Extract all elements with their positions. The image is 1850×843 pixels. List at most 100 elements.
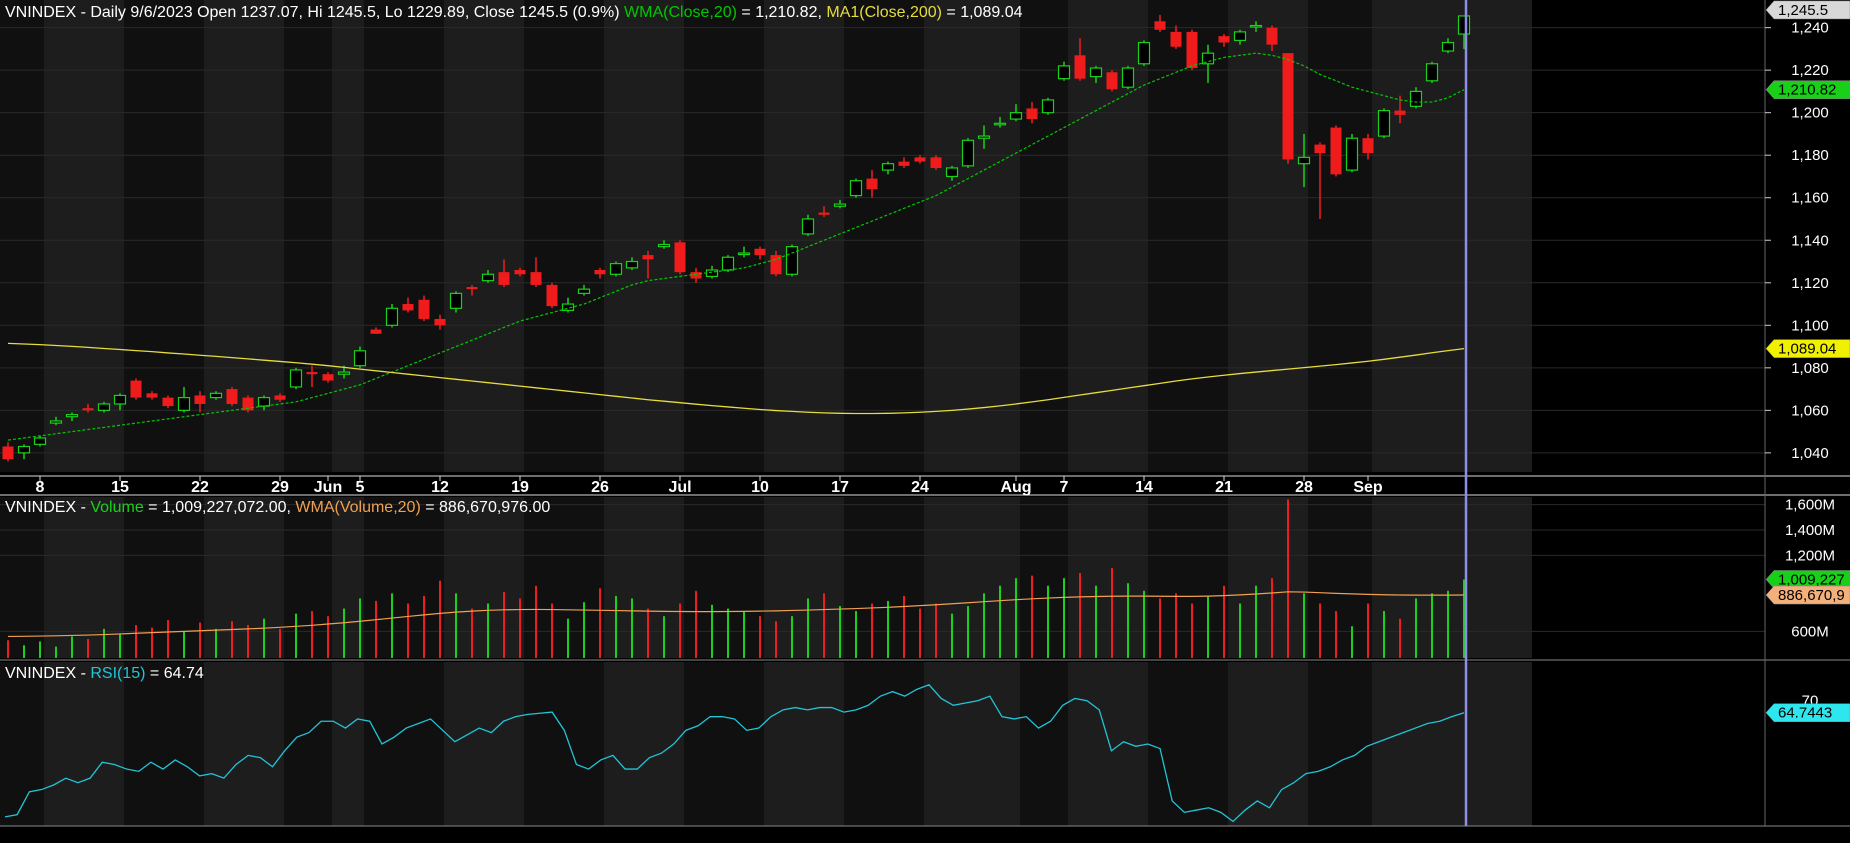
- x-axis-label: 7: [1060, 479, 1069, 496]
- candle-body-down: [1186, 31, 1198, 69]
- candle-body-down: [1106, 72, 1118, 90]
- price-y-tick: 1,060: [1791, 402, 1829, 419]
- candle-body-up: [1121, 67, 1135, 88]
- value-tag-text: 1,245.5: [1778, 2, 1828, 19]
- value-tag-text: 1,089.04: [1778, 341, 1836, 358]
- candle-body-up: [801, 218, 815, 235]
- candle-body-up: [1249, 24, 1263, 28]
- week-band: [204, 662, 284, 826]
- candle-body-up: [833, 203, 847, 207]
- price-header-info: - Daily 9/6/2023 Open 1237.07, Hi 1245.5…: [76, 4, 624, 21]
- price-y-tick: 1,080: [1791, 360, 1829, 377]
- x-axis-label: 5: [356, 479, 365, 496]
- candle-body-up: [881, 163, 895, 171]
- candle-body-up: [1345, 137, 1359, 171]
- candle-body-up: [721, 256, 735, 271]
- volume-y-tick: 1,200M: [1785, 547, 1835, 564]
- week-band: [1308, 0, 1372, 472]
- x-axis-label: Jun: [314, 479, 342, 496]
- week-band: [924, 497, 1020, 658]
- week-band: [844, 662, 924, 826]
- candle-body-up: [65, 413, 79, 418]
- week-band: [1228, 662, 1308, 826]
- x-axis-label: 8: [36, 479, 45, 496]
- candle-body-down: [146, 393, 158, 398]
- x-axis-label: 14: [1135, 479, 1153, 496]
- price-y-tick: 1,100: [1791, 317, 1829, 334]
- candle-body-up: [337, 371, 351, 375]
- stock-chart[interactable]: 8 15 22 29 Jun 5 12 19 26 Jul 10 17 24 Aug 7 14 21 28 Sep 1…: [0, 0, 1850, 843]
- candle-body-down: [498, 272, 510, 285]
- week-band: [764, 662, 844, 826]
- candle-body-down: [530, 272, 542, 285]
- price-header-wma-value: = 1,210.82,: [737, 4, 826, 21]
- candle-body-down: [642, 255, 654, 260]
- candle-body-up: [705, 269, 719, 277]
- candle-body-down: [82, 408, 94, 411]
- week-band: [924, 0, 1020, 472]
- week-band: [1308, 497, 1372, 658]
- candle-body-down: [866, 178, 878, 190]
- x-axis-label: 12: [431, 479, 449, 496]
- price-header-symbol: VNINDEX: [5, 4, 76, 21]
- volume-header-sep: -: [76, 499, 90, 516]
- x-axis-label: Aug: [1000, 479, 1031, 496]
- x-axis-label: 21: [1215, 479, 1233, 496]
- candle-body-up: [1057, 65, 1071, 80]
- candle-body-up: [961, 139, 975, 167]
- x-axis-label: 19: [511, 479, 529, 496]
- price-y-tick: 1,220: [1791, 62, 1829, 79]
- week-band: [124, 662, 204, 826]
- candle-body-down: [162, 397, 174, 407]
- candle-body-up: [449, 292, 463, 309]
- week-band: [444, 0, 524, 472]
- candle-body-up: [177, 396, 191, 411]
- volume-y-tick: 1,400M: [1785, 522, 1835, 539]
- candle-body-up: [385, 307, 399, 326]
- volume-header-value: = 1,009,227,072.00,: [144, 499, 296, 516]
- week-band: [364, 662, 444, 826]
- candle-body-down: [914, 157, 926, 162]
- week-band: [524, 662, 604, 826]
- week-band: [444, 662, 524, 826]
- week-band: [44, 662, 124, 826]
- candle-body-down: [306, 372, 318, 375]
- x-axis-label: 26: [591, 479, 609, 496]
- week-band: [332, 662, 364, 826]
- candle-body-down: [818, 212, 830, 215]
- price-header-ma-label: MA1(Close,200): [826, 4, 942, 21]
- candle-body-up: [849, 180, 863, 197]
- candle-body-up: [97, 403, 111, 411]
- x-axis-label: 15: [111, 479, 129, 496]
- candle-body-up: [33, 437, 47, 445]
- volume-header-wma-value: = 886,670,976.00: [421, 499, 551, 516]
- candle-body-down: [1154, 21, 1166, 30]
- value-tag-text: 886,670,9: [1778, 587, 1845, 604]
- candle-body-up: [657, 243, 671, 248]
- candle-body-up: [353, 350, 367, 367]
- rsi-header: VNINDEX - RSI(15) = 64.74: [5, 665, 204, 682]
- candle-body-up: [1409, 90, 1423, 107]
- candle-body-down: [546, 284, 558, 307]
- week-band: [284, 497, 332, 658]
- candle-body-up: [1377, 109, 1391, 137]
- week-band: [684, 662, 764, 826]
- candle-body-down: [226, 389, 238, 404]
- candle-body-down: [402, 304, 414, 311]
- candle-body-up: [1009, 112, 1023, 120]
- candle-body-down: [1026, 108, 1038, 120]
- x-axis-label: 17: [831, 479, 849, 496]
- candle-body-up: [49, 420, 63, 424]
- week-band: [0, 662, 44, 826]
- week-band: [1068, 662, 1148, 826]
- week-band: [284, 0, 332, 472]
- candle-body-down: [754, 248, 766, 256]
- volume-header-symbol: VNINDEX: [5, 499, 76, 516]
- week-band: [1372, 497, 1532, 658]
- candle-body-down: [1362, 138, 1374, 154]
- candle-body-down: [1074, 55, 1086, 79]
- candle-body-up: [977, 135, 991, 139]
- week-band: [604, 0, 684, 472]
- x-axis-label: 28: [1295, 479, 1313, 496]
- price-y-tick: 1,200: [1791, 105, 1829, 122]
